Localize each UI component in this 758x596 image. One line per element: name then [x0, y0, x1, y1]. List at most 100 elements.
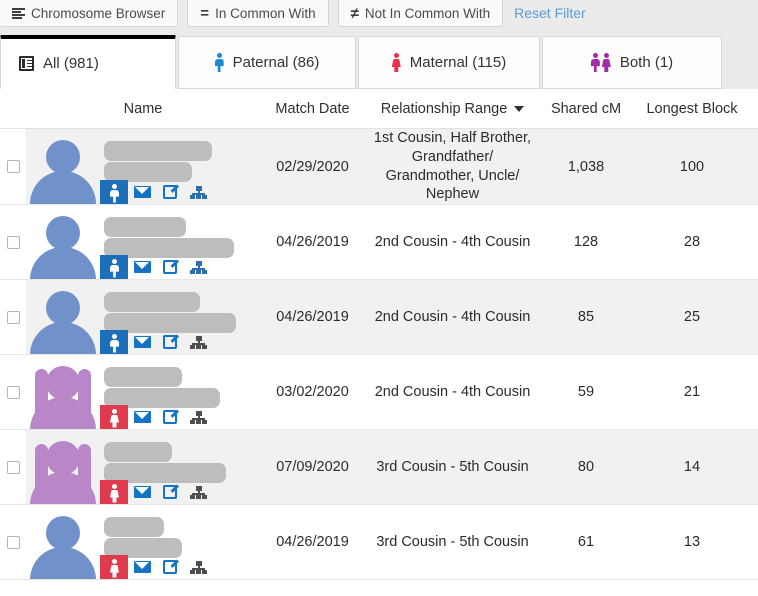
message-button[interactable] [128, 255, 156, 279]
family-tree-button[interactable] [184, 405, 212, 429]
reset-filter-link[interactable]: Reset Filter [512, 0, 586, 27]
notes-button[interactable] [156, 255, 184, 279]
dna-matches-page: Chromosome Browser = In Common With ≠ No… [0, 0, 758, 596]
row-select-cell [0, 505, 26, 579]
col-relationship-range[interactable]: Relationship Range [365, 101, 540, 117]
envelope-icon [134, 336, 151, 348]
tab-both[interactable]: Both (1) [542, 36, 722, 89]
not-equals-icon: ≠ [351, 6, 359, 21]
profile-badge-button[interactable] [100, 405, 128, 429]
name-cell [26, 505, 260, 579]
tree-icon [190, 186, 207, 199]
match-name-redacted [104, 292, 254, 334]
not-in-common-with-label: Not In Common With [365, 6, 490, 21]
longest-block-cell: 100 [632, 129, 752, 204]
envelope-icon [134, 486, 151, 498]
message-button[interactable] [128, 555, 156, 579]
row-checkbox[interactable] [7, 386, 20, 399]
row-checkbox[interactable] [7, 536, 20, 549]
col-longest-block[interactable]: Longest Block [632, 101, 752, 117]
message-button[interactable] [128, 330, 156, 354]
relationship-range-cell: 1st Cousin, Half Brother, Grandfather/ G… [365, 129, 540, 204]
chromosome-browser-button[interactable]: Chromosome Browser [0, 0, 178, 27]
tab-all-label: All (981) [43, 55, 99, 72]
match-date-cell: 03/02/2020 [260, 355, 365, 429]
notes-button[interactable] [156, 555, 184, 579]
table-row[interactable]: 04/26/20193rd Cousin - 5th Cousin6113 [0, 505, 758, 580]
avatar[interactable] [26, 430, 100, 504]
family-tree-button[interactable] [184, 555, 212, 579]
shared-cm-cell: 1,038 [540, 129, 632, 204]
table-row[interactable]: 02/29/20201st Cousin, Half Brother, Gran… [0, 129, 758, 205]
message-button[interactable] [128, 405, 156, 429]
notes-button[interactable] [156, 180, 184, 204]
envelope-icon [134, 411, 151, 423]
col-shared-cm[interactable]: Shared cM [540, 101, 632, 117]
notes-button[interactable] [156, 480, 184, 504]
tab-both-label: Both (1) [620, 54, 673, 71]
table-row[interactable]: 04/26/20192nd Cousin - 4th Cousin8525 [0, 280, 758, 355]
table-row[interactable]: 04/26/20192nd Cousin - 4th Cousin12828 [0, 205, 758, 280]
relationship-range-cell: 3rd Cousin - 5th Cousin [365, 430, 540, 504]
profile-badge-button[interactable] [100, 555, 128, 579]
profile-badge-button[interactable] [100, 330, 128, 354]
tab-paternal[interactable]: Paternal (86) [178, 36, 356, 89]
avatar[interactable] [26, 505, 100, 579]
profile-badge-button[interactable] [100, 180, 128, 204]
tab-all[interactable]: All (981) [0, 35, 176, 89]
tree-icon [190, 411, 207, 424]
match-date-cell: 04/26/2019 [260, 205, 365, 279]
avatar[interactable] [26, 355, 100, 429]
person-icon [110, 259, 118, 276]
row-checkbox[interactable] [7, 160, 20, 173]
longest-block-cell: 25 [632, 280, 752, 354]
notes-button[interactable] [156, 330, 184, 354]
note-edit-icon [163, 260, 177, 274]
avatar[interactable] [26, 205, 100, 279]
equals-icon: = [200, 6, 209, 21]
family-tree-button[interactable] [184, 180, 212, 204]
table-row[interactable]: 03/02/20202nd Cousin - 4th Cousin5921 [0, 355, 758, 430]
not-in-common-with-button[interactable]: ≠ Not In Common With [338, 0, 504, 27]
row-select-cell [0, 430, 26, 504]
table-column-headers: Name Match Date Relationship Range Share… [0, 89, 758, 129]
relationship-range-cell: 2nd Cousin - 4th Cousin [365, 205, 540, 279]
message-button[interactable] [128, 480, 156, 504]
col-name[interactable]: Name [26, 101, 260, 117]
match-date-cell: 04/26/2019 [260, 280, 365, 354]
note-edit-icon [163, 560, 177, 574]
match-table-body: 02/29/20201st Cousin, Half Brother, Gran… [0, 129, 758, 580]
row-action-bar [100, 330, 212, 354]
match-name-redacted [104, 517, 254, 559]
in-common-with-button[interactable]: = In Common With [187, 0, 328, 27]
name-cell [26, 205, 260, 279]
avatar[interactable] [26, 280, 100, 354]
family-tree-button[interactable] [184, 330, 212, 354]
family-tree-button[interactable] [184, 480, 212, 504]
family-tree-button[interactable] [184, 255, 212, 279]
row-checkbox[interactable] [7, 461, 20, 474]
table-row[interactable]: 07/09/20203rd Cousin - 5th Cousin8014 [0, 430, 758, 505]
row-action-bar [100, 480, 212, 504]
tree-icon [190, 561, 207, 574]
tabs-filler [724, 36, 758, 89]
shared-cm-cell: 61 [540, 505, 632, 579]
notes-button[interactable] [156, 405, 184, 429]
row-select-cell [0, 280, 26, 354]
row-checkbox[interactable] [7, 236, 20, 249]
profile-badge-button[interactable] [100, 480, 128, 504]
tab-maternal-label: Maternal (115) [410, 54, 506, 71]
message-button[interactable] [128, 180, 156, 204]
tab-maternal[interactable]: Maternal (115) [358, 36, 540, 89]
person-icon [110, 334, 118, 351]
row-action-bar [100, 555, 212, 579]
match-name-redacted [104, 442, 254, 484]
profile-badge-button[interactable] [100, 255, 128, 279]
avatar[interactable] [26, 129, 100, 204]
shared-cm-cell: 128 [540, 205, 632, 279]
col-match-date[interactable]: Match Date [260, 101, 365, 117]
chromosome-browser-label: Chromosome Browser [31, 6, 165, 21]
note-edit-icon [163, 485, 177, 499]
row-action-bar [100, 180, 212, 204]
row-checkbox[interactable] [7, 311, 20, 324]
